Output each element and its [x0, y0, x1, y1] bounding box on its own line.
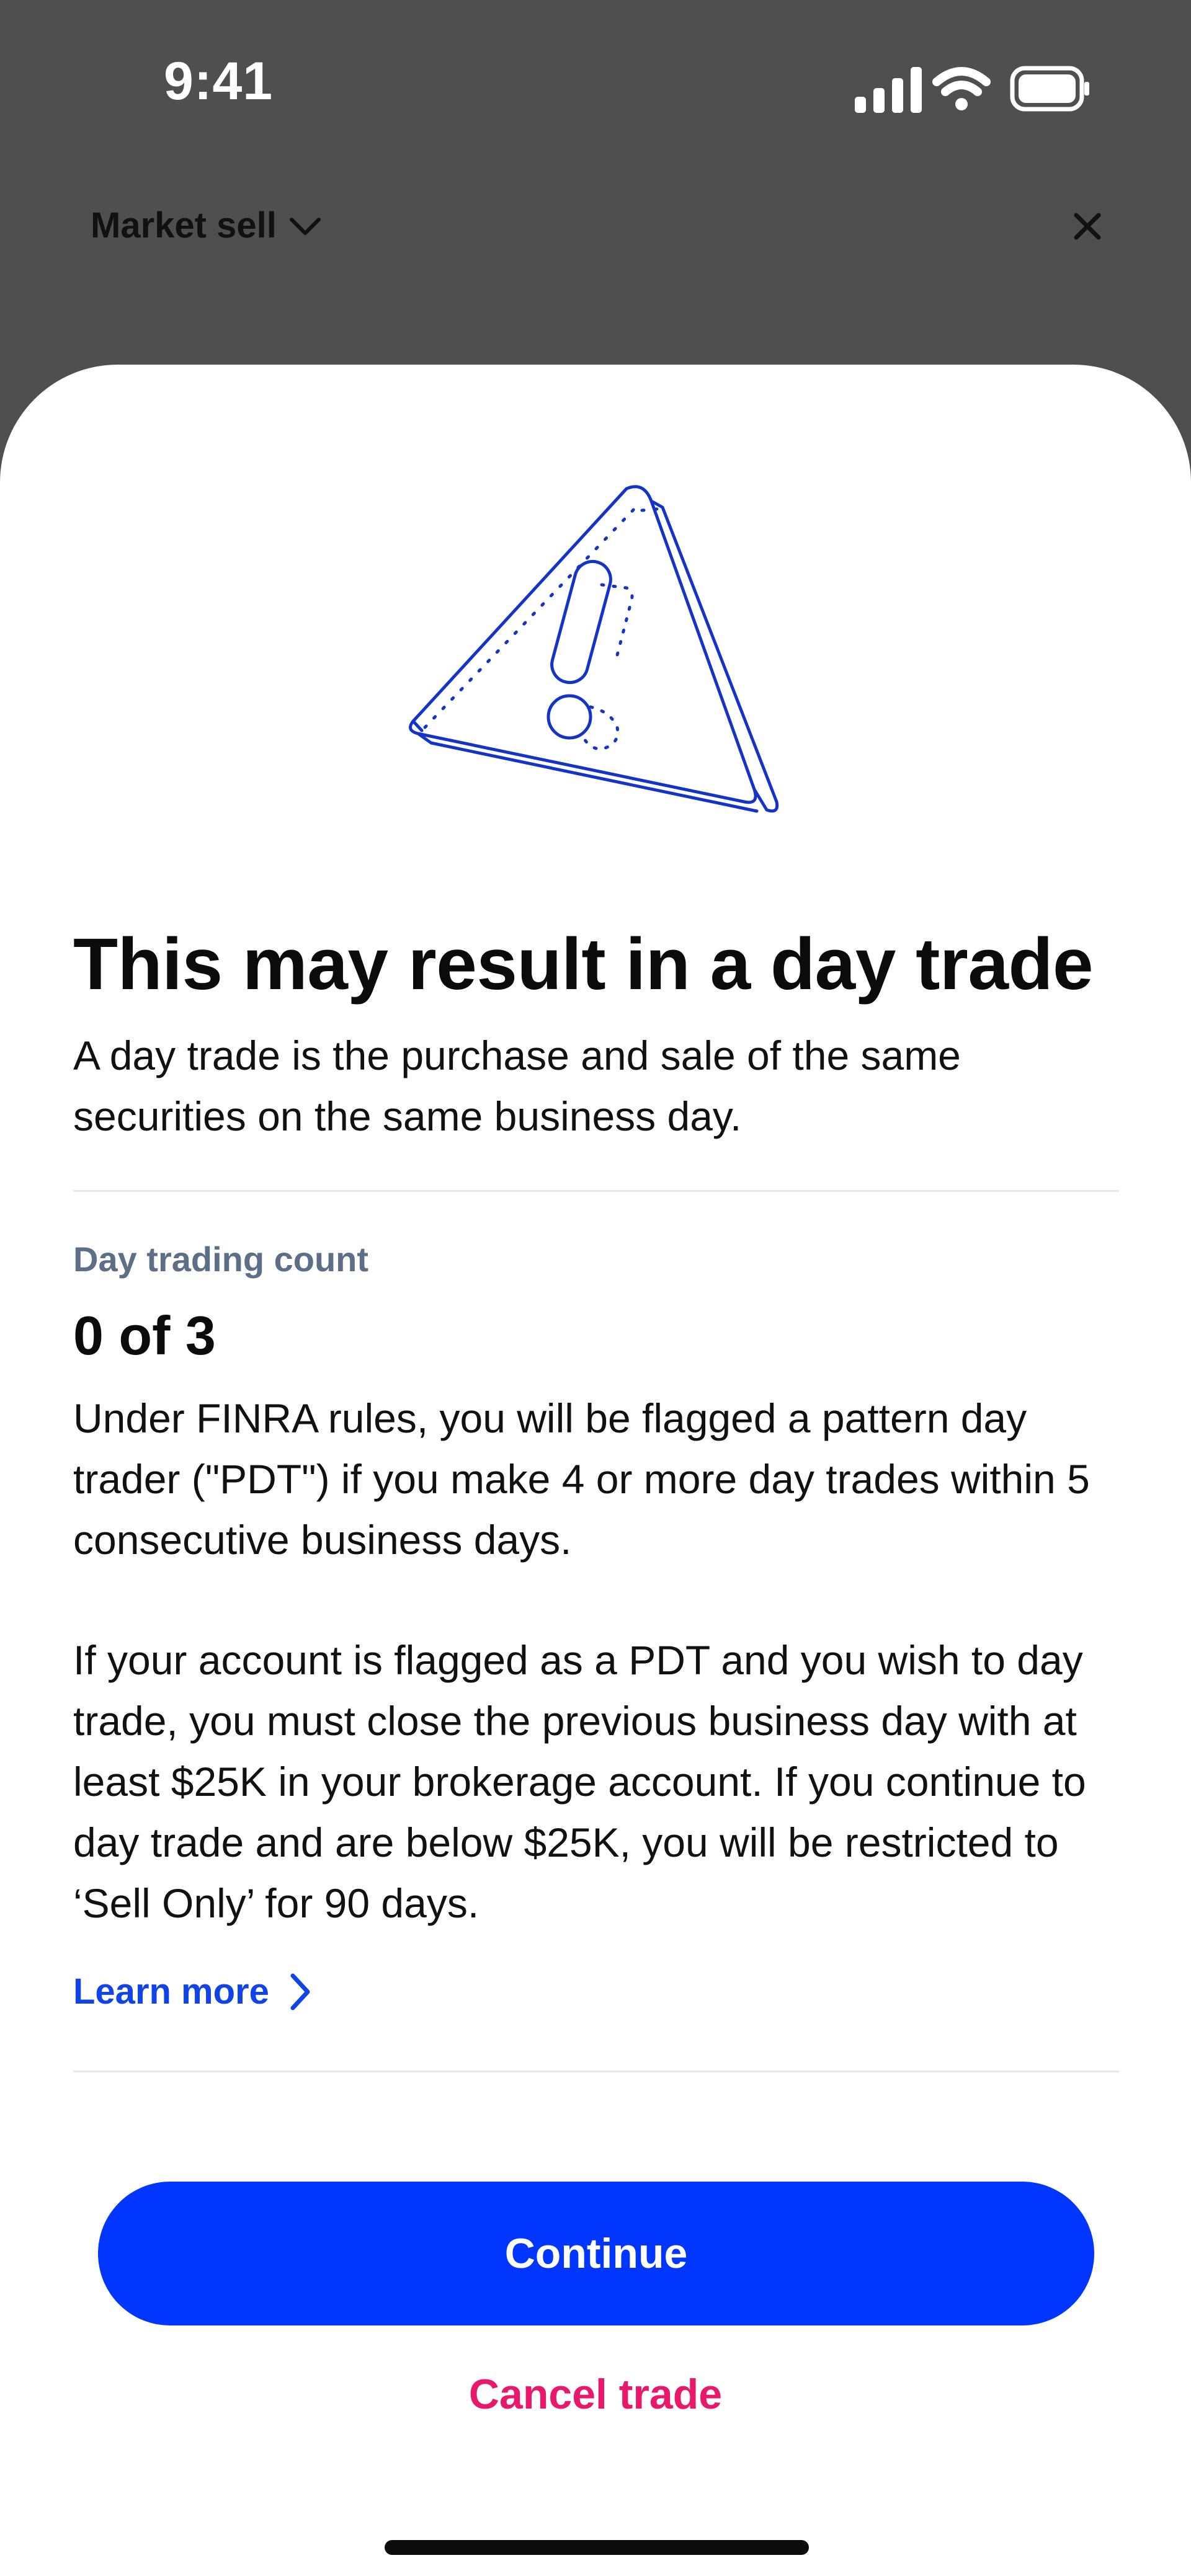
order-type-selector[interactable]: Market sell — [91, 205, 323, 246]
home-indicator — [385, 2540, 809, 2555]
finra-rules-text: Under FINRA rules, you will be flagged a… — [73, 1395, 1090, 1563]
close-icon[interactable] — [1066, 205, 1109, 248]
sheet-title: This may result in a day trade — [73, 923, 1094, 1005]
pdt-restriction-text: If your account is flagged as a PDT and … — [73, 1637, 1086, 1926]
chevron-down-icon — [289, 217, 321, 235]
learn-more-link[interactable]: Learn more — [73, 1971, 313, 2012]
continue-button[interactable]: Continue — [98, 2182, 1094, 2325]
divider — [73, 2071, 1119, 2072]
learn-more-label: Learn more — [73, 1971, 269, 2012]
battery-icon — [1010, 66, 1089, 112]
chevron-right-icon — [290, 1973, 310, 2010]
day-trading-count-label: Day trading count — [73, 1240, 369, 1279]
status-icons — [855, 66, 1089, 113]
order-type-label: Market sell — [91, 205, 277, 246]
warning-triangle-icon — [409, 485, 779, 813]
status-time: 9:41 — [164, 51, 274, 111]
day-trading-count-value: 0 of 3 — [73, 1305, 216, 1366]
day-trade-warning-sheet: This may result in a day trade A day tra… — [0, 365, 1191, 2576]
divider — [73, 1190, 1119, 1192]
cancel-trade-button[interactable]: Cancel trade — [378, 2360, 813, 2428]
signal-icon — [855, 67, 922, 113]
wifi-icon — [932, 67, 991, 110]
status-bar: 9:41 — [0, 0, 1191, 174]
sheet-intro-text: A day trade is the purchase and sale of … — [73, 1033, 961, 1139]
